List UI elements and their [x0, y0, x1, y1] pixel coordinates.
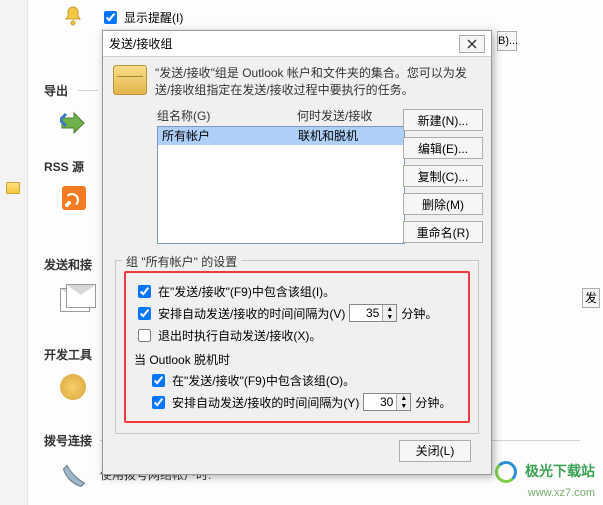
partial-button[interactable]: B)... [497, 31, 517, 51]
group-settings-box: 组 "所有帐户" 的设置 在"发送/接收"(F9)中包含该组(I)。 安排自动发… [115, 260, 479, 434]
dialog-body: "发送/接收"组是 Outlook 帐户和文件夹的集合。您可以为发送/接收组指定… [103, 57, 491, 468]
close-button[interactable] [459, 35, 485, 53]
new-button[interactable]: 新建(N)... [403, 109, 483, 131]
section-devtools: 开发工具 [44, 346, 92, 363]
groups-listbox[interactable]: 所有帐户 联机和脱机 [157, 126, 405, 244]
rename-button[interactable]: 重命名(R) [403, 221, 483, 243]
minutes-label-2: 分钟。 [415, 394, 451, 411]
group-settings-title: 组 "所有帐户" 的设置 [122, 253, 241, 270]
show-reminder-label: 显示提醒(I) [124, 9, 183, 26]
rule [78, 90, 98, 91]
watermark-name: 极光下载站 [525, 463, 595, 479]
offline-heading: 当 Outlook 脱机时 [134, 351, 460, 368]
send-receive-groups-dialog: 发送/接收组 "发送/接收"组是 Outlook 帐户和文件夹的集合。您可以为发… [102, 30, 492, 475]
dialog-description: "发送/接收"组是 Outlook 帐户和文件夹的集合。您可以为发送/接收组指定… [155, 65, 481, 99]
phone-icon [60, 462, 92, 490]
watermark-logo-icon [495, 461, 517, 483]
interval-online-spinner[interactable]: ▲▼ [349, 304, 397, 322]
envelopes-icon [60, 284, 92, 312]
include-offline-checkbox[interactable] [152, 374, 165, 387]
gear-icon [60, 374, 92, 402]
rss-icon [62, 186, 86, 210]
spin-down-icon[interactable]: ▼ [383, 313, 396, 321]
show-reminder-checkbox[interactable] [104, 11, 117, 24]
folder-icon [6, 182, 20, 194]
close-icon [467, 39, 477, 49]
include-online-checkbox[interactable] [138, 285, 151, 298]
spin-down-icon[interactable]: ▼ [397, 402, 410, 410]
export-arrow-icon [60, 110, 92, 138]
minutes-label-1: 分钟。 [401, 305, 437, 322]
highlight-box: 在"发送/接收"(F9)中包含该组(I)。 安排自动发送/接收的时间间隔为(V)… [124, 271, 470, 423]
spin-up-icon[interactable]: ▲ [383, 305, 396, 313]
schedule-offline-label: 安排自动发送/接收的时间间隔为(Y) [172, 394, 359, 411]
group-buttons: 新建(N)... 编辑(E)... 复制(C)... 删除(M) 重命名(R) [403, 109, 483, 243]
schedule-online-checkbox[interactable] [138, 307, 151, 320]
on-exit-label: 退出时执行自动发送/接收(X)。 [158, 327, 321, 344]
left-strip [0, 0, 28, 505]
schedule-offline-checkbox[interactable] [152, 396, 165, 409]
group-row-selected[interactable]: 所有帐户 联机和脱机 [158, 127, 404, 145]
show-reminder-row: 显示提醒(I) [100, 8, 183, 27]
interval-online-input[interactable] [350, 305, 382, 321]
include-offline-label: 在"发送/接收"(F9)中包含该组(O)。 [172, 372, 355, 389]
interval-offline-spinner[interactable]: ▲▼ [363, 393, 411, 411]
copy-button[interactable]: 复制(C)... [403, 165, 483, 187]
col-group-name: 组名称(G) [157, 107, 297, 124]
group-row-name: 所有帐户 [162, 127, 298, 144]
watermark-url: www.xz7.com [528, 487, 595, 499]
on-exit-checkbox[interactable] [138, 329, 151, 342]
include-online-label: 在"发送/接收"(F9)中包含该组(I)。 [158, 283, 335, 300]
section-export: 导出 [44, 82, 68, 99]
bell-icon [60, 4, 86, 28]
close-dialog-button[interactable]: 关闭(L) [399, 440, 471, 462]
interval-offline-input[interactable] [364, 394, 396, 410]
dialog-title: 发送/接收组 [109, 35, 459, 52]
remove-button[interactable]: 删除(M) [403, 193, 483, 215]
group-row-when: 联机和脱机 [298, 127, 358, 144]
section-sendrecv: 发送和接 [44, 256, 92, 273]
watermark: 极光下载站 www.xz7.com [495, 461, 595, 499]
spin-up-icon[interactable]: ▲ [397, 394, 410, 402]
side-send-button[interactable]: 发 [582, 288, 600, 308]
briefcase-icon [113, 65, 147, 95]
section-dial: 拨号连接 [44, 432, 92, 449]
edit-button[interactable]: 编辑(E)... [403, 137, 483, 159]
dialog-titlebar: 发送/接收组 [103, 31, 491, 57]
section-rss: RSS 源 [44, 158, 84, 175]
schedule-online-label: 安排自动发送/接收的时间间隔为(V) [158, 305, 345, 322]
